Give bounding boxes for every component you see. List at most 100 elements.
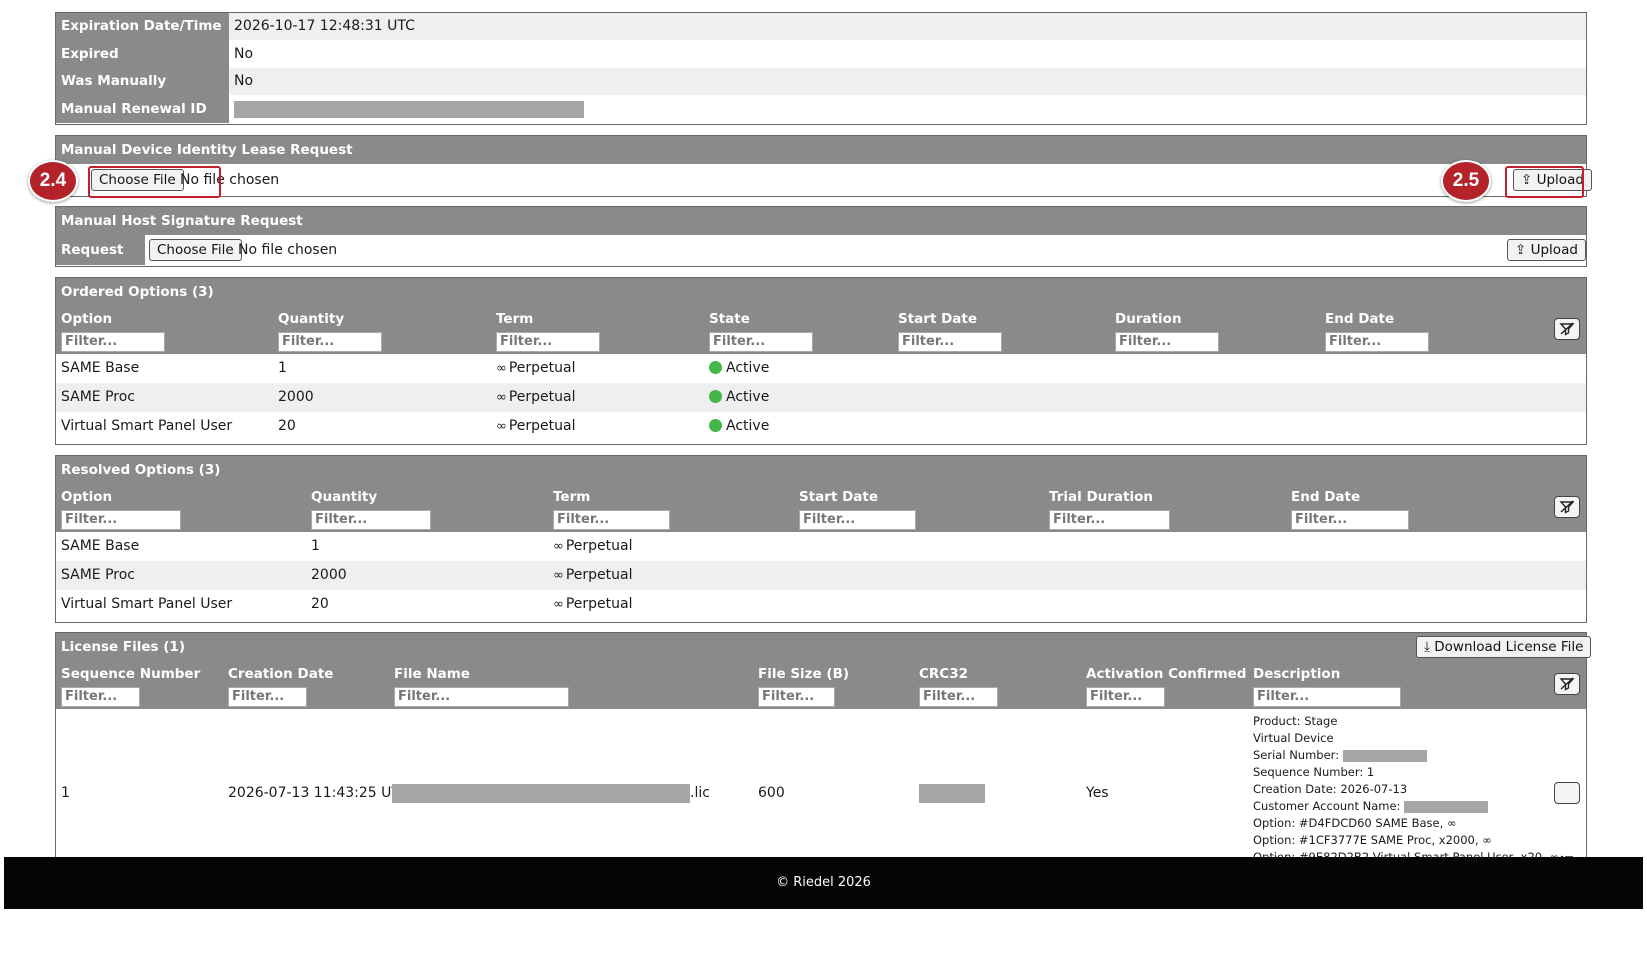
filter-creation-date[interactable]: Filter...	[228, 687, 307, 707]
col-trial-duration: Trial Duration	[1049, 489, 1153, 505]
resolved-options-title: Resolved Options (3)	[56, 456, 1586, 484]
ordered-options-title: Ordered Options (3)	[56, 278, 1586, 306]
filter-quantity[interactable]: Filter...	[278, 332, 382, 352]
resolved-options-header: Option Quantity Term Start Date Trial Du…	[56, 484, 1586, 532]
cell-state: Active	[709, 412, 769, 441]
step-badge-2-4: 2.4	[28, 160, 78, 202]
upload-label: Upload	[1530, 242, 1578, 258]
col-sequence-number: Sequence Number	[61, 666, 201, 682]
cell-term: ∞ Perpetual	[496, 389, 576, 405]
clear-filter-icon	[1559, 500, 1575, 514]
redacted-file-name	[392, 783, 690, 803]
active-status-icon	[709, 419, 722, 432]
desc-line: Option: #1CF3777E SAME Proc, x2000, ∞	[1253, 833, 1492, 847]
upload-icon: ⇪	[1515, 242, 1527, 258]
col-quantity: Quantity	[278, 311, 345, 327]
col-term: Term	[496, 311, 534, 327]
table-row: Virtual Smart Panel User 20 ∞ Perpetual A…	[56, 412, 1586, 441]
col-start-date: Start Date	[898, 311, 978, 327]
desc-line: Sequence Number: 1	[1253, 765, 1375, 779]
filter-end-date[interactable]: Filter...	[1291, 510, 1409, 530]
filter-state[interactable]: Filter...	[709, 332, 813, 352]
col-end-date: End Date	[1291, 489, 1361, 505]
filter-option[interactable]: Filter...	[61, 510, 181, 530]
desc-line: Option: #D4FDCD60 SAME Base, ∞	[1253, 816, 1457, 830]
cell-term: ∞ Perpetual	[496, 360, 576, 376]
cell-description: Product: Stage Virtual Device Serial Num…	[1253, 713, 1559, 866]
lease-label: Expiration Date/Time	[56, 13, 229, 40]
clear-filters-button[interactable]	[1554, 318, 1580, 340]
filter-file-name[interactable]: Filter...	[394, 687, 569, 707]
table-row: 1 2026-07-13 11:43:25 UTC .lic 600 Yes P…	[56, 709, 1586, 877]
cell-state: Active	[709, 354, 769, 383]
infinity-icon: ∞	[553, 597, 564, 612]
filter-duration[interactable]: Filter...	[1115, 332, 1219, 352]
license-files-title: License Files (1) ⤓ Download License Fil…	[56, 633, 1592, 661]
filter-trial-duration[interactable]: Filter...	[1049, 510, 1170, 530]
filter-sequence-number[interactable]: Filter...	[61, 687, 140, 707]
host-signature-panel: Manual Host Signature Request Request Fi…	[55, 206, 1587, 288]
active-status-icon	[709, 361, 722, 374]
filter-quantity[interactable]: Filter...	[311, 510, 431, 530]
desc-line: Customer Account Name:	[1253, 798, 1559, 815]
host-signature-title: Manual Host Signature Request	[56, 207, 1586, 235]
cell-creation-date: 2026-07-13 11:43:25 UTC	[228, 785, 409, 801]
filter-activation[interactable]: Filter...	[1086, 687, 1165, 707]
table-row: SAME Proc 2000 ∞ Perpetual Active	[56, 383, 1586, 412]
cell-quantity: 20	[311, 596, 329, 612]
lease-info-panel: Expiration Date/Time 2026-10-17 12:48:31…	[55, 12, 1587, 125]
cell-quantity: 1	[311, 538, 320, 554]
choose-file-button[interactable]: Choose File	[149, 239, 242, 261]
details-list-button[interactable]	[1554, 782, 1580, 867]
upload-button[interactable]: ⇪ Upload	[1507, 239, 1586, 261]
active-status-icon	[709, 390, 722, 403]
lease-label: Was Manually Requested	[56, 68, 229, 116]
filter-start-date[interactable]: Filter...	[799, 510, 916, 530]
cell-term: ∞ Perpetual	[553, 567, 633, 583]
col-start-date: Start Date	[799, 489, 879, 505]
footer: © Riedel 2026	[4, 857, 1643, 909]
host-signature-file-row: Request File Choose File No file chosen …	[56, 235, 1586, 288]
highlight-upload	[1505, 166, 1584, 198]
col-description: Description	[1253, 666, 1341, 682]
lease-value: No	[234, 73, 254, 89]
redacted-customer-account	[1404, 800, 1489, 813]
lease-row-expired: Expired No	[56, 40, 1586, 68]
filter-option[interactable]: Filter...	[61, 332, 165, 352]
clear-filters-button[interactable]	[1554, 673, 1580, 695]
license-files-header: Sequence Number Creation Date File Name …	[56, 661, 1586, 709]
step-badge-2-5: 2.5	[1441, 160, 1491, 202]
col-crc32: CRC32	[919, 666, 968, 682]
device-lease-title: Manual Device Identity Lease Request	[56, 136, 1586, 164]
clear-filter-icon	[1559, 677, 1575, 691]
col-state: State	[709, 311, 750, 327]
cell-file-size: 600	[758, 785, 785, 801]
filter-end-date[interactable]: Filter...	[1325, 332, 1429, 352]
filter-term[interactable]: Filter...	[496, 332, 600, 352]
desc-line: Serial Number:	[1253, 747, 1559, 764]
table-row: SAME Base 1 ∞ Perpetual	[56, 532, 1586, 561]
cell-term: ∞ Perpetual	[553, 596, 633, 612]
device-lease-panel: Manual Device Identity Lease Request Cho…	[55, 135, 1592, 197]
cell-term: ∞ Perpetual	[553, 538, 633, 554]
cell-quantity: 1	[278, 360, 287, 376]
redacted-serial-number	[1342, 749, 1427, 762]
file-status: No file chosen	[238, 242, 338, 258]
filter-crc32[interactable]: Filter...	[919, 687, 998, 707]
lease-label: Manual Renewal ID	[56, 95, 229, 123]
infinity-icon: ∞	[496, 419, 507, 434]
redacted-renewal-id	[234, 100, 584, 118]
table-row: Virtual Smart Panel User 20 ∞ Perpetual	[56, 590, 1586, 619]
lease-label: Expired	[56, 40, 229, 68]
cell-option: Virtual Smart Panel User	[61, 596, 233, 612]
clear-filters-button[interactable]	[1554, 496, 1580, 518]
filter-term[interactable]: Filter...	[553, 510, 670, 530]
highlight-choose-file	[88, 166, 221, 198]
infinity-icon: ∞	[553, 539, 564, 554]
filter-file-size[interactable]: Filter...	[758, 687, 835, 707]
filter-description[interactable]: Filter...	[1253, 687, 1401, 707]
filter-start-date[interactable]: Filter...	[898, 332, 1002, 352]
download-license-button[interactable]: ⤓ Download License File	[1416, 636, 1592, 658]
cell-quantity: 2000	[278, 389, 314, 405]
col-term: Term	[553, 489, 591, 505]
